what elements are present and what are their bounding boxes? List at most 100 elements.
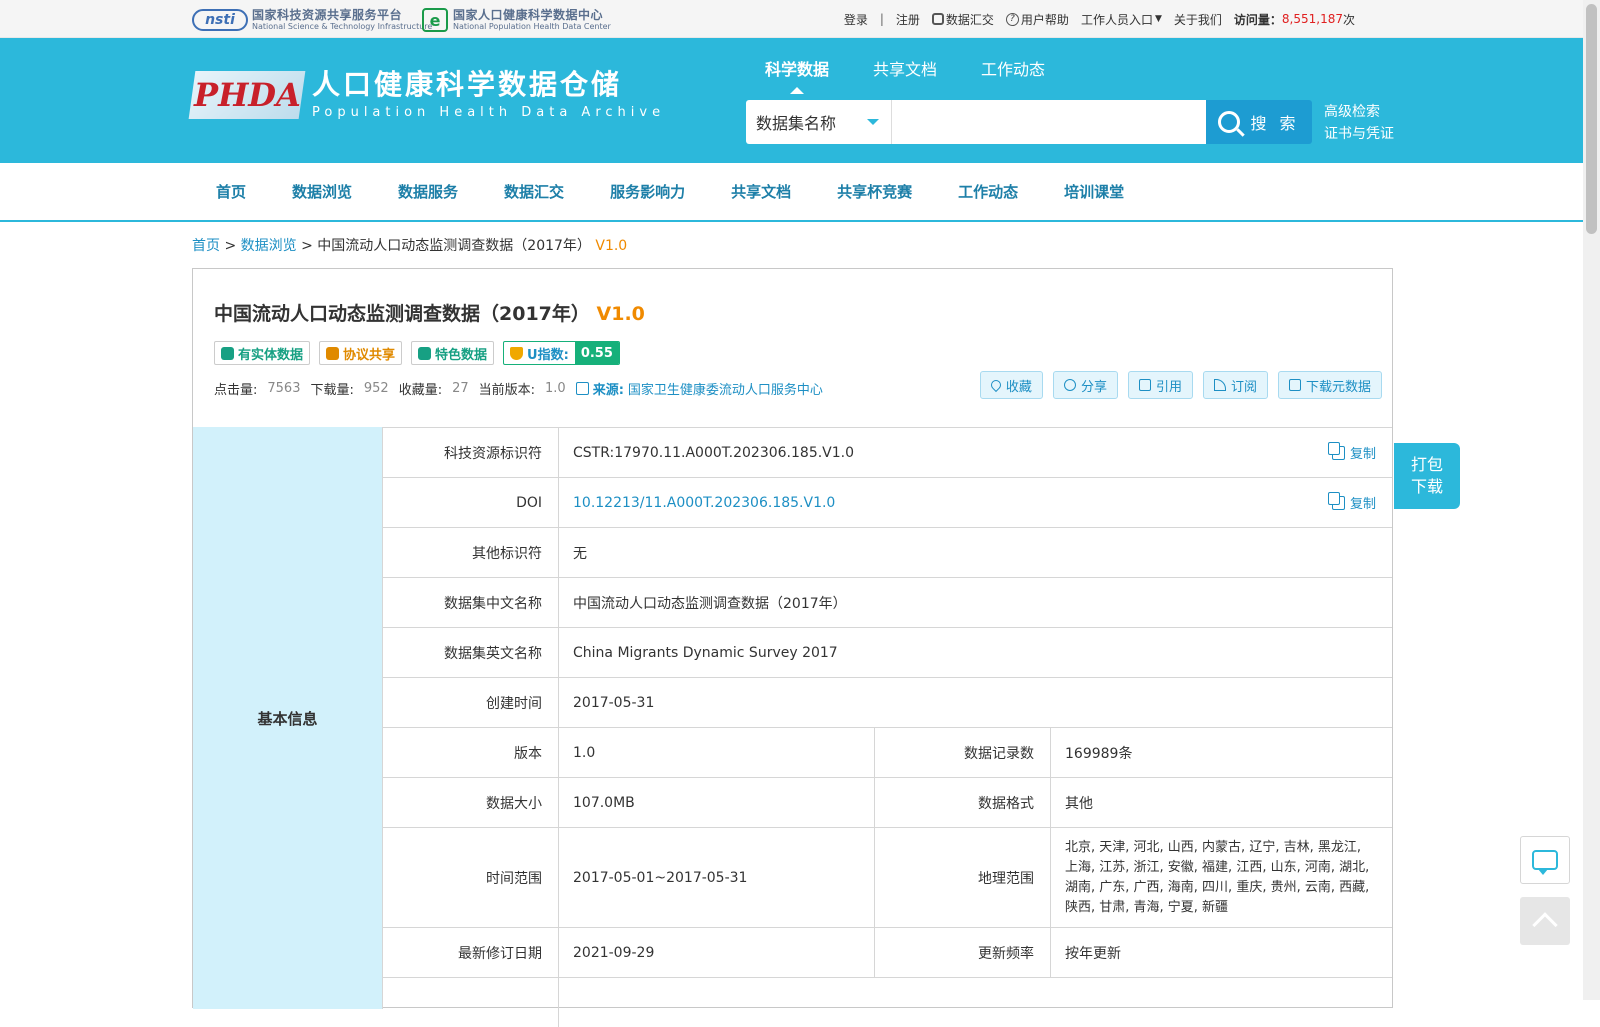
- u-index-label: U指数:: [527, 347, 569, 363]
- tab-scientific-data[interactable]: 科学数据: [765, 56, 829, 94]
- share-label: 分享: [1080, 379, 1107, 395]
- help-icon: ?: [1005, 12, 1019, 26]
- login-link[interactable]: 登录: [844, 11, 868, 28]
- subscribe-label: 订阅: [1230, 379, 1257, 395]
- tab-shared-docs[interactable]: 共享文档: [873, 56, 937, 80]
- breadcrumb: 首页 > 数据浏览 > 中国流动人口动态监测调查数据（2017年） V1.0: [192, 235, 627, 255]
- tab-work-news[interactable]: 工作动态: [981, 56, 1045, 80]
- tag-agreement-label: 协议共享: [343, 347, 396, 363]
- nav-competition[interactable]: 共享杯竞赛: [837, 181, 912, 202]
- nav-shared-docs[interactable]: 共享文档: [731, 181, 791, 202]
- data-submit-link[interactable]: 数据汇交: [931, 11, 994, 28]
- row-key: 时间范围: [383, 828, 559, 927]
- table-row: [383, 977, 1392, 1027]
- nav-impact[interactable]: 服务影响力: [610, 181, 685, 202]
- copy-doi-button[interactable]: 复制: [1327, 491, 1376, 512]
- external-link-icon: [575, 382, 589, 395]
- row-key: 数据大小: [383, 778, 559, 827]
- nsti-logo[interactable]: nsti 国家科技资源共享服务平台 National Science & Tec…: [192, 7, 432, 33]
- nav-data-service[interactable]: 数据服务: [398, 181, 458, 202]
- row-key: 最新修订日期: [383, 928, 559, 977]
- nphdc-logo[interactable]: e 国家人口健康科学数据中心 National Population Healt…: [422, 7, 611, 33]
- phda-logo-mark: PHDA: [188, 70, 306, 119]
- row-key: 地理范围: [875, 828, 1051, 927]
- cite-button[interactable]: 引用: [1127, 371, 1193, 399]
- nav-home[interactable]: 首页: [216, 181, 246, 202]
- table-row: 数据大小 107.0MB 数据格式 其他: [383, 777, 1392, 827]
- row-key: [383, 978, 559, 1027]
- advanced-search-link[interactable]: 高级检索: [1324, 101, 1394, 123]
- tag-featured: 特色数据: [411, 341, 495, 365]
- dataset-stats: 点击量: 7563 下载量: 952 收藏量: 27 当前版本: 1.0 来源: 国家卫…: [214, 379, 833, 398]
- heart-icon: [988, 377, 1003, 393]
- row-key: DOI: [383, 478, 559, 527]
- row-key: 科技资源标识符: [383, 428, 559, 477]
- register-link[interactable]: 注册: [896, 11, 920, 28]
- dataset-card: 中国流动人口动态监测调查数据（2017年） V1.0 有实体数据 协议共享 特色…: [192, 268, 1393, 1027]
- dataset-actions: 收藏 分享 引用 订阅 下载元数据: [970, 371, 1382, 399]
- star-icon: [418, 346, 432, 360]
- breadcrumb-home[interactable]: 首页: [192, 238, 220, 254]
- breadcrumb-sep: >: [220, 238, 241, 254]
- row-value: 无: [573, 545, 587, 562]
- breadcrumb-version: V1.0: [595, 238, 628, 254]
- row-value: 2017-05-01~2017-05-31: [559, 828, 875, 927]
- tag-featured-label: 特色数据: [435, 347, 488, 363]
- current-version-value: 1.0: [545, 381, 566, 396]
- table-row: 时间范围 2017-05-01~2017-05-31 地理范围 北京, 天津, …: [383, 827, 1392, 927]
- breadcrumb-browse[interactable]: 数据浏览: [241, 238, 297, 254]
- copy-label: 复制: [1349, 447, 1376, 462]
- certificate-link[interactable]: 证书与凭证: [1324, 123, 1394, 145]
- scrollbar[interactable]: [1583, 0, 1600, 1000]
- visit-counter-value: 8,551,187: [1281, 12, 1343, 26]
- scrollbar-thumb[interactable]: [1586, 4, 1597, 234]
- row-value: 按年更新: [1065, 945, 1121, 962]
- pack-download-button[interactable]: 打包 下载: [1394, 443, 1460, 509]
- search-input[interactable]: [892, 100, 1206, 144]
- feedback-button[interactable]: [1520, 836, 1570, 884]
- data-submit-label: 数据汇交: [945, 12, 994, 27]
- user-help-link[interactable]: ? 用户帮助: [1005, 11, 1069, 28]
- favorite-label: 收藏: [1005, 379, 1032, 395]
- favorites-label: 收藏量:: [398, 383, 443, 398]
- pack-download-label-1: 打包: [1410, 455, 1443, 474]
- top-links-separator: |: [879, 12, 884, 26]
- search-icon: [1218, 111, 1241, 133]
- nphdc-logo-en: National Population Health Data Center: [453, 22, 611, 31]
- copy-label: 复制: [1349, 497, 1376, 512]
- nav-data-browse[interactable]: 数据浏览: [292, 181, 352, 202]
- main-nav: 首页 数据浏览 数据服务 数据汇交 服务影响力 共享文档 共享杯竞赛 工作动态 …: [0, 163, 1583, 222]
- row-key: 其他标识符: [383, 528, 559, 577]
- nav-work-news[interactable]: 工作动态: [958, 181, 1018, 202]
- source-link[interactable]: 国家卫生健康委流动人口服务中心: [628, 379, 823, 398]
- phda-logo[interactable]: PHDA 人口健康科学数据仓储 Population Health Data A…: [188, 68, 665, 120]
- row-value: 2017-05-31: [573, 694, 655, 711]
- search-type-select[interactable]: 数据集名称: [746, 100, 892, 144]
- nav-data-submit[interactable]: 数据汇交: [504, 181, 564, 202]
- staff-entry-label: 工作人员入口: [1080, 12, 1153, 27]
- staff-entry-link[interactable]: 工作人员入口 ▼: [1081, 11, 1162, 28]
- phda-logo-mark-text: PHDA: [193, 75, 301, 114]
- header-links: 高级检索 证书与凭证: [1324, 101, 1394, 145]
- basic-info-section-label: 基本信息: [193, 427, 383, 1009]
- site-title-cn: 人口健康科学数据仓储: [312, 68, 623, 101]
- breadcrumb-current: 中国流动人口动态监测调查数据（2017年）: [317, 238, 591, 254]
- search-button[interactable]: 搜 索: [1206, 100, 1312, 144]
- nsti-logo-icon: nsti: [192, 9, 248, 31]
- tag-agreement-share: 协议共享: [319, 341, 403, 365]
- back-to-top-button[interactable]: [1520, 897, 1570, 945]
- copy-cstr-button[interactable]: 复制: [1327, 441, 1376, 462]
- downloads-value: 952: [363, 381, 389, 396]
- doi-link[interactable]: 10.12213/11.A000T.202306.185.V1.0: [573, 495, 835, 511]
- about-link[interactable]: 关于我们: [1174, 11, 1222, 28]
- share-button[interactable]: 分享: [1052, 371, 1118, 399]
- cstr-value: CSTR:17970.11.A000T.202306.185.V1.0 复制: [559, 428, 1392, 477]
- nav-training[interactable]: 培训课堂: [1064, 181, 1124, 202]
- favorite-button[interactable]: 收藏: [979, 371, 1043, 399]
- subscribe-button[interactable]: 订阅: [1202, 371, 1268, 399]
- dataset-title: 中国流动人口动态监测调查数据（2017年） V1.0: [214, 299, 645, 326]
- source-label: 来源:: [592, 383, 624, 398]
- breadcrumb-sep: >: [296, 238, 318, 254]
- download-metadata-button[interactable]: 下载元数据: [1277, 371, 1382, 399]
- row-key: 数据记录数: [875, 728, 1051, 777]
